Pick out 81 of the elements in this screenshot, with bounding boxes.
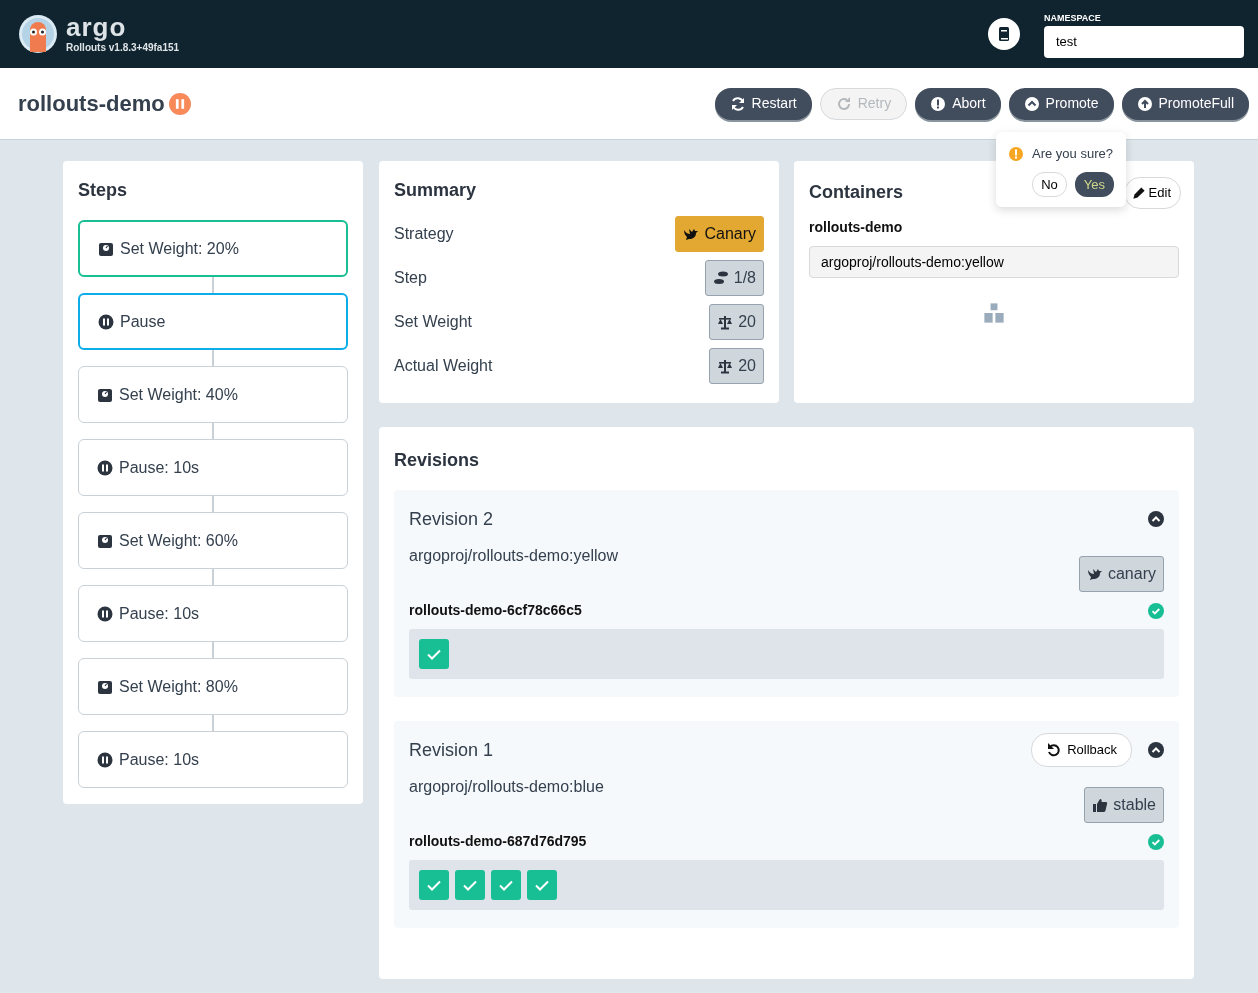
step-item[interactable]: Pause: 10s — [78, 585, 348, 642]
chevron-up-circle-icon — [1023, 95, 1040, 112]
container-name: rollouts-demo — [809, 217, 904, 237]
scale-icon — [717, 358, 734, 374]
summary-label: Set Weight — [394, 312, 472, 332]
panel-title: Revisions — [394, 449, 481, 472]
revision-image: argoproj/rollouts-demo:blue — [409, 777, 604, 797]
redo-icon — [835, 95, 852, 112]
namespace-label: NAMESPACE — [1044, 12, 1102, 26]
pod-status[interactable] — [455, 870, 485, 900]
collapse-toggle[interactable] — [1148, 511, 1164, 527]
arrow-up-circle-icon — [1136, 95, 1153, 112]
summary-label: Step — [394, 268, 427, 288]
version-text: Rollouts v1.8.3+49fa151 — [66, 41, 180, 55]
confirm-message: Are you sure? — [1032, 145, 1113, 163]
step-item[interactable]: Set Weight: 40% — [78, 366, 348, 423]
pod-status[interactable] — [491, 870, 521, 900]
scale-icon — [717, 314, 734, 330]
promote-button[interactable]: Promote — [1008, 87, 1114, 120]
replicaset-name: rollouts-demo-687d76d795 — [409, 832, 587, 851]
summary-value: 20 — [709, 304, 764, 340]
step-item[interactable]: Pause: 10s — [78, 439, 348, 496]
panel-title: Summary — [394, 179, 478, 202]
edit-button[interactable]: Edit — [1123, 177, 1181, 209]
no-button[interactable]: No — [1032, 171, 1067, 197]
documentation-button[interactable] — [988, 18, 1020, 50]
summary-value: 20 — [709, 348, 764, 384]
step-item[interactable]: Set Weight: 60% — [78, 512, 348, 569]
summary-label: Strategy — [394, 224, 454, 244]
rollout-title: rollouts-demo — [18, 90, 165, 118]
check-circle-icon — [1148, 602, 1164, 619]
panel-title: Containers — [809, 181, 904, 205]
undo-icon — [1046, 742, 1063, 758]
pencil-icon — [1132, 186, 1145, 199]
restart-button[interactable]: Restart — [714, 87, 812, 120]
book-icon — [996, 26, 1012, 42]
bird-icon — [683, 226, 700, 242]
collapse-icon — [1148, 742, 1164, 758]
revision-title: Revision 1 — [409, 738, 494, 762]
step-item[interactable]: Set Weight: 80% — [78, 658, 348, 715]
weight-icon — [97, 532, 113, 549]
revision-image: argoproj/rollouts-demo:yellow — [409, 546, 618, 566]
thumbs-up-icon — [1092, 797, 1109, 813]
revision-tag: stable — [1084, 787, 1164, 823]
logo-text: argo — [66, 13, 128, 40]
pod-status[interactable] — [419, 870, 449, 900]
replicaset-name: rollouts-demo-6cf78c66c5 — [409, 601, 582, 620]
yes-button[interactable]: Yes — [1074, 171, 1114, 197]
panel-title: Steps — [78, 179, 129, 202]
boxes-icon — [983, 301, 1005, 324]
step-item[interactable]: Pause — [78, 293, 348, 350]
namespace-field[interactable]: test — [1044, 25, 1244, 58]
image-field[interactable]: argoproj/rollouts-demo:yellow — [809, 245, 1179, 278]
step-item[interactable]: Pause: 10s — [78, 731, 348, 788]
revision-title: Revision 2 — [409, 507, 494, 531]
pause-icon — [97, 751, 113, 768]
revision-tag: canary — [1078, 556, 1164, 592]
logo-icon — [18, 14, 58, 54]
pause-icon — [97, 459, 113, 476]
abort-button[interactable]: Abort — [915, 87, 1001, 120]
summary-value: 1/8 — [704, 260, 764, 296]
summary-label: Actual Weight — [394, 356, 493, 376]
pause-icon — [98, 313, 114, 330]
exclamation-icon — [930, 95, 947, 112]
exclamation-icon — [1008, 145, 1024, 162]
summary-value: Canary — [675, 216, 764, 252]
pause-icon — [168, 92, 191, 115]
collapse-icon — [1148, 511, 1164, 527]
weight-icon — [98, 240, 114, 257]
pod-status[interactable] — [527, 870, 557, 900]
step-item[interactable]: Set Weight: 20% — [78, 220, 348, 277]
pod-status[interactable] — [419, 639, 449, 669]
collapse-toggle[interactable] — [1148, 742, 1164, 758]
weight-icon — [97, 678, 113, 695]
check-circle-icon — [1148, 833, 1164, 850]
weight-icon — [97, 386, 113, 403]
promote-full-button[interactable]: PromoteFull — [1121, 87, 1249, 120]
rollback-button[interactable]: Rollback — [1031, 733, 1132, 767]
bird-icon — [1086, 566, 1103, 582]
pause-icon — [97, 605, 113, 622]
refresh-icon — [729, 95, 746, 112]
